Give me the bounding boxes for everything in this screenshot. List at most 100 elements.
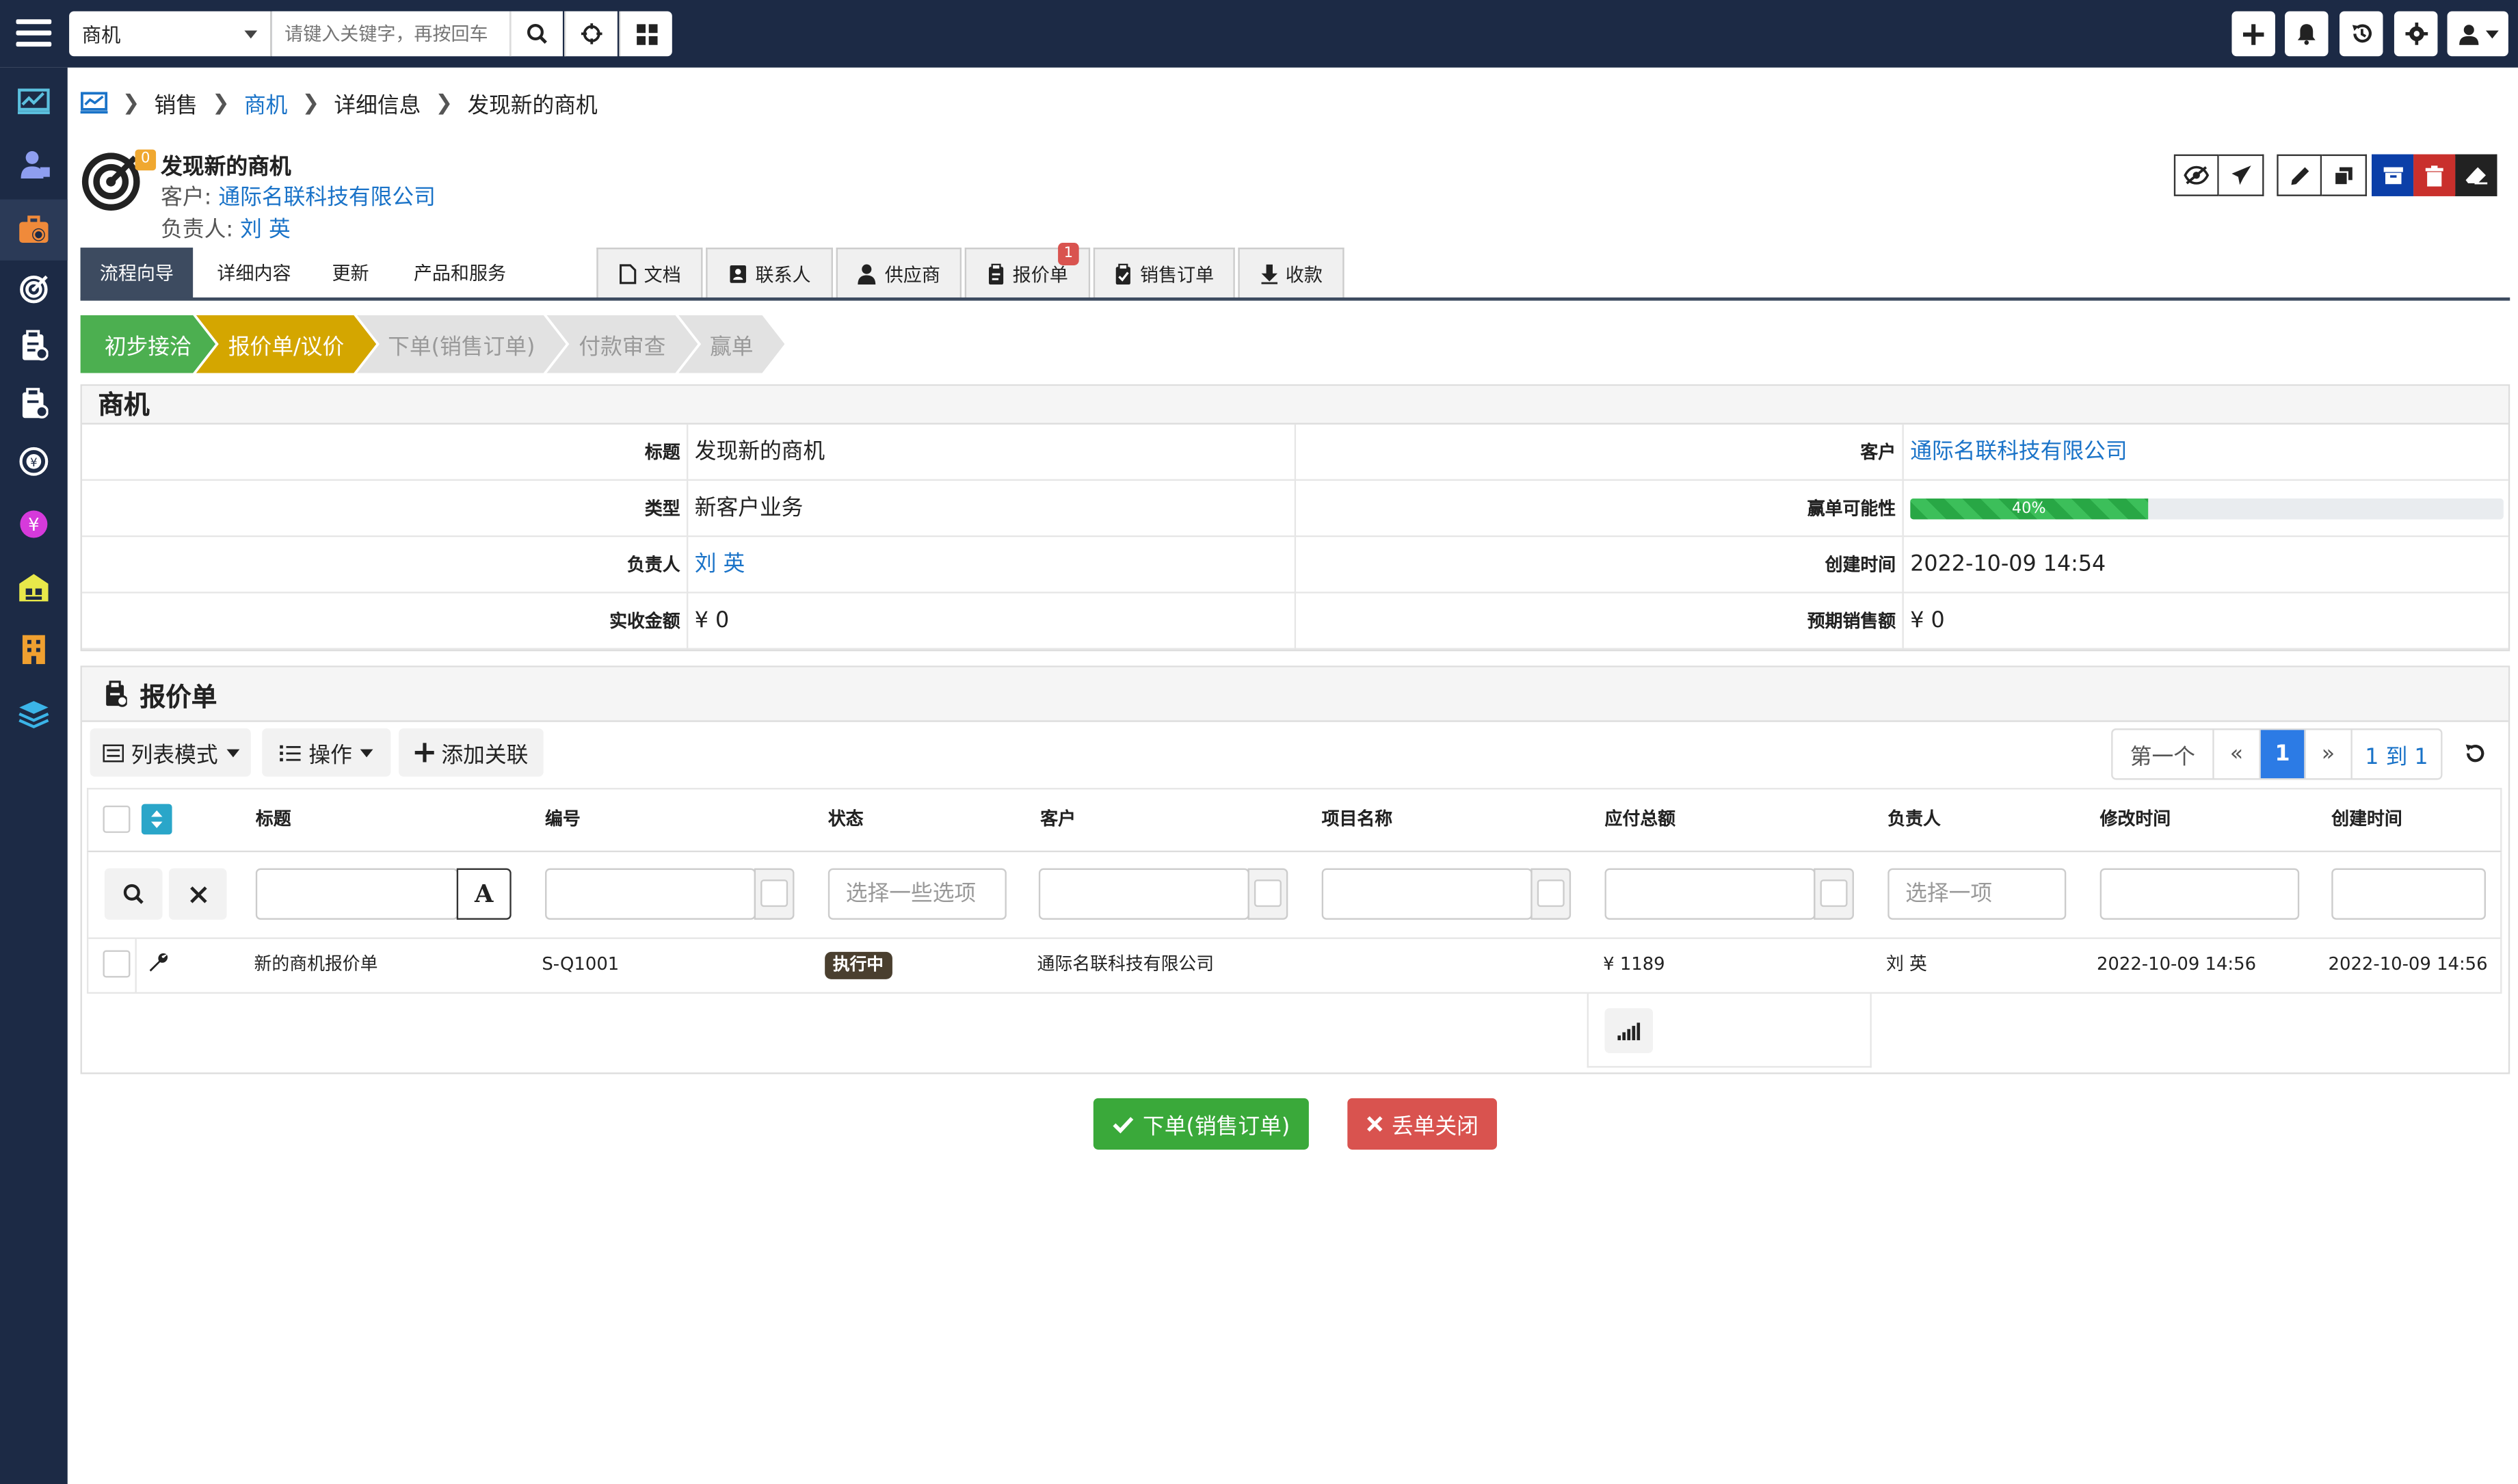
tab-suppliers[interactable]: 供应商 <box>836 248 962 300</box>
breadcrumb-separator: ❯ <box>302 90 320 116</box>
filter-customer-input[interactable] <box>1038 868 1249 920</box>
column-header-code[interactable]: 编号 <box>545 788 581 852</box>
create-button[interactable] <box>2231 11 2275 57</box>
column-header-project[interactable]: 项目名称 <box>1322 788 1392 852</box>
filter-code-input[interactable] <box>545 868 756 920</box>
filter-title-input[interactable] <box>255 868 459 920</box>
column-header-title[interactable]: 标题 <box>256 788 291 852</box>
pager-next[interactable]: » <box>2306 730 2353 778</box>
user-menu-button[interactable] <box>2447 11 2508 57</box>
column-header-status[interactable]: 状态 <box>828 788 864 852</box>
tab-documents[interactable]: 文档 <box>596 248 703 300</box>
filter-search-button[interactable] <box>104 868 163 920</box>
row-wrench-button[interactable] <box>148 952 169 979</box>
row-owner[interactable]: 刘 英 <box>1886 953 1927 976</box>
field-row: 标题 发现新的商机 客户 通际名联科技有限公司 <box>81 425 2508 481</box>
sidebar-item-company[interactable] <box>16 632 52 667</box>
sidebar-item-sales[interactable] <box>0 199 68 261</box>
filter-owner-select[interactable]: 选择一项 <box>1887 868 2067 920</box>
step-payment-review[interactable]: 付款审查 <box>546 315 698 373</box>
sum-stats-button[interactable] <box>1604 1008 1654 1054</box>
breadcrumb-link[interactable]: 商机 <box>244 87 287 119</box>
row-title[interactable]: 新的商机报价单 <box>254 953 377 976</box>
filter-total-toggle[interactable] <box>1814 868 1854 920</box>
pager-current[interactable]: 1 <box>2260 730 2306 778</box>
tab-details[interactable]: 详细内容 <box>202 248 305 299</box>
filter-project-toggle[interactable] <box>1530 868 1572 920</box>
tab-contacts[interactable]: 联系人 <box>706 248 833 300</box>
filter-clear-button[interactable] <box>168 868 227 920</box>
sort-toggle-button[interactable] <box>141 804 172 835</box>
global-search-input[interactable] <box>271 11 510 57</box>
hamburger-menu-icon[interactable] <box>16 19 52 48</box>
filter-title-mode-button[interactable]: A <box>456 868 512 920</box>
archive-button[interactable] <box>2372 154 2414 196</box>
send-button[interactable] <box>2218 154 2264 196</box>
dashboard-home-icon[interactable] <box>80 92 108 114</box>
step-order[interactable]: 下单(销售订单) <box>357 315 566 373</box>
list-mode-button[interactable]: 列表模式 <box>90 728 251 777</box>
filter-total-input[interactable] <box>1604 868 1816 920</box>
column-header-owner[interactable]: 负责人 <box>1887 788 1941 852</box>
record-owner-link[interactable]: 刘 英 <box>240 217 291 243</box>
tab-sales-orders[interactable]: 销售订单 <box>1093 248 1235 300</box>
record-toolbar-edit <box>2277 154 2367 196</box>
copy-button[interactable] <box>2322 154 2367 196</box>
tab-products[interactable]: 产品和服务 <box>402 248 518 299</box>
filter-customer-toggle[interactable] <box>1247 868 1288 920</box>
settings-button[interactable] <box>2394 11 2438 57</box>
row-customer[interactable]: 通际名联科技有限公司 <box>1037 953 1215 976</box>
history-button[interactable] <box>2339 11 2383 57</box>
sidebar-item-payments[interactable]: ¥ <box>16 444 52 479</box>
tab-quotes[interactable]: 报价单 1 <box>964 243 1091 300</box>
filter-project-input[interactable] <box>1321 868 1533 920</box>
filter-status-select[interactable]: 选择一些选项 <box>827 868 1007 920</box>
unfollow-button[interactable] <box>2173 154 2219 196</box>
filter-created-input[interactable] <box>2331 868 2486 920</box>
row-checkbox[interactable] <box>103 950 131 978</box>
select-all-checkbox[interactable] <box>103 805 131 833</box>
filter-checkbox[interactable] <box>760 879 788 907</box>
sidebar-item-quotes[interactable] <box>16 328 52 364</box>
tab-payments[interactable]: 收款 <box>1238 248 1344 300</box>
pager-first[interactable]: 第一个 <box>2112 730 2214 778</box>
column-header-customer[interactable]: 客户 <box>1040 788 1076 852</box>
step-quote[interactable]: 报价单/议价 <box>196 315 376 373</box>
refresh-button[interactable] <box>2450 728 2499 777</box>
notifications-button[interactable] <box>2285 11 2329 57</box>
field-value-link[interactable]: 刘 英 <box>695 537 745 593</box>
filter-checkbox[interactable] <box>1820 879 1848 907</box>
delete-button[interactable] <box>2413 154 2456 196</box>
column-header-modified[interactable]: 修改时间 <box>2100 788 2171 852</box>
sidebar-item-orders[interactable] <box>16 386 52 421</box>
sidebar-item-finance[interactable]: ¥ <box>16 507 52 542</box>
add-relation-button[interactable]: 添加关联 <box>399 728 544 777</box>
crosshair-button[interactable] <box>564 11 618 57</box>
pager-prev[interactable]: « <box>2214 730 2261 778</box>
close-lost-button[interactable]: 丢单关闭 <box>1347 1098 1497 1150</box>
filter-modified-input[interactable] <box>2099 868 2300 920</box>
sidebar-item-dashboard[interactable] <box>16 83 52 119</box>
column-header-total[interactable]: 应付总额 <box>1604 788 1675 852</box>
filter-code-toggle[interactable] <box>754 868 795 920</box>
tab-updates[interactable]: 更新 <box>319 248 383 299</box>
sidebar-item-opportunities[interactable] <box>16 270 52 306</box>
module-select[interactable]: 商机 <box>69 11 272 57</box>
sidebar-item-contacts[interactable] <box>16 146 52 182</box>
column-header-created[interactable]: 创建时间 <box>2331 788 2402 852</box>
record-customer-link[interactable]: 通际名联科技有限公司 <box>218 185 435 211</box>
erase-button[interactable] <box>2455 154 2497 196</box>
step-initial-contact[interactable]: 初步接洽 <box>81 315 216 373</box>
actions-button[interactable]: 操作 <box>262 728 391 777</box>
filter-checkbox[interactable] <box>1537 879 1565 907</box>
order-button[interactable]: 下单(销售订单) <box>1093 1098 1309 1150</box>
filter-checkbox[interactable] <box>1254 879 1282 907</box>
apps-grid-button[interactable] <box>619 11 672 57</box>
edit-button[interactable] <box>2277 154 2322 196</box>
sidebar-item-warehouse[interactable] <box>16 569 52 605</box>
sidebar-item-layers[interactable] <box>16 696 52 732</box>
search-button[interactable] <box>509 11 563 57</box>
clipboard-icon <box>988 263 1003 285</box>
field-value-link[interactable]: 通际名联科技有限公司 <box>1910 425 2127 481</box>
tab-process-guide[interactable]: 流程向导 <box>80 248 194 300</box>
